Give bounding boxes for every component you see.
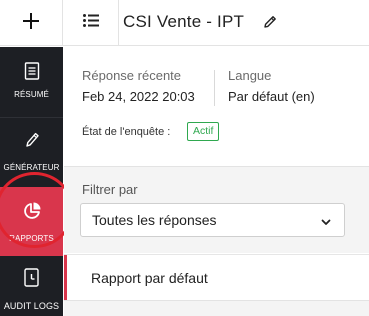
file-clock-icon [23, 268, 41, 293]
report-item-default[interactable]: Rapport par défaut [64, 254, 369, 301]
top-bar: CSI Vente - IPT [0, 0, 369, 46]
sidebar-item-label: AUDIT LOGS [3, 301, 60, 311]
sidebar-item-label: GÉNÉRATEUR [3, 163, 60, 172]
sidebar: RÉSUMÉ GÉNÉRATEUR RAPPORTS AUDIT LOGS [0, 47, 63, 316]
new-survey-button[interactable] [0, 0, 63, 46]
language-value: Par défaut (en) [228, 89, 315, 104]
report-item-label: Rapport par défaut [91, 270, 208, 286]
filter-panel: Filtrer par Toutes les réponses [64, 166, 369, 253]
pencil-icon[interactable] [262, 14, 278, 30]
info-divider [214, 70, 215, 106]
pencil-icon [23, 130, 41, 155]
filter-label: Filtrer par [82, 182, 138, 197]
sidebar-item-generateur[interactable]: GÉNÉRATEUR [0, 118, 63, 187]
pie-chart-icon [22, 201, 42, 226]
report-list-footer [64, 300, 369, 316]
sidebar-item-rapports[interactable]: RAPPORTS [0, 187, 63, 256]
app-root: CSI Vente - IPT RÉSUMÉ GÉNÉRATEUR RAPPOR… [0, 0, 369, 316]
survey-title: CSI Vente - IPT [123, 12, 245, 31]
recent-response-value: Feb 24, 2022 20:03 [82, 89, 195, 104]
sidebar-item-label: RÉSUMÉ [14, 90, 49, 99]
survey-list-button[interactable] [64, 0, 119, 46]
filter-select-value: Toutes les réponses [92, 212, 217, 228]
active-accent-bar [64, 255, 67, 301]
recent-response-label: Réponse récente [82, 68, 182, 83]
filter-select[interactable]: Toutes les réponses [80, 203, 345, 237]
sidebar-item-resume[interactable]: RÉSUMÉ [0, 47, 63, 117]
language-label: Langue [228, 68, 272, 83]
list-icon [83, 14, 99, 32]
document-icon [24, 62, 40, 85]
sidebar-item-audit-logs[interactable]: AUDIT LOGS [0, 256, 63, 316]
status-badge: Actif [187, 122, 220, 141]
chevron-down-icon [320, 215, 332, 227]
sidebar-item-label: RAPPORTS [9, 234, 54, 243]
plus-icon [22, 12, 40, 35]
survey-status-label: État de l'enquête : [82, 126, 171, 138]
